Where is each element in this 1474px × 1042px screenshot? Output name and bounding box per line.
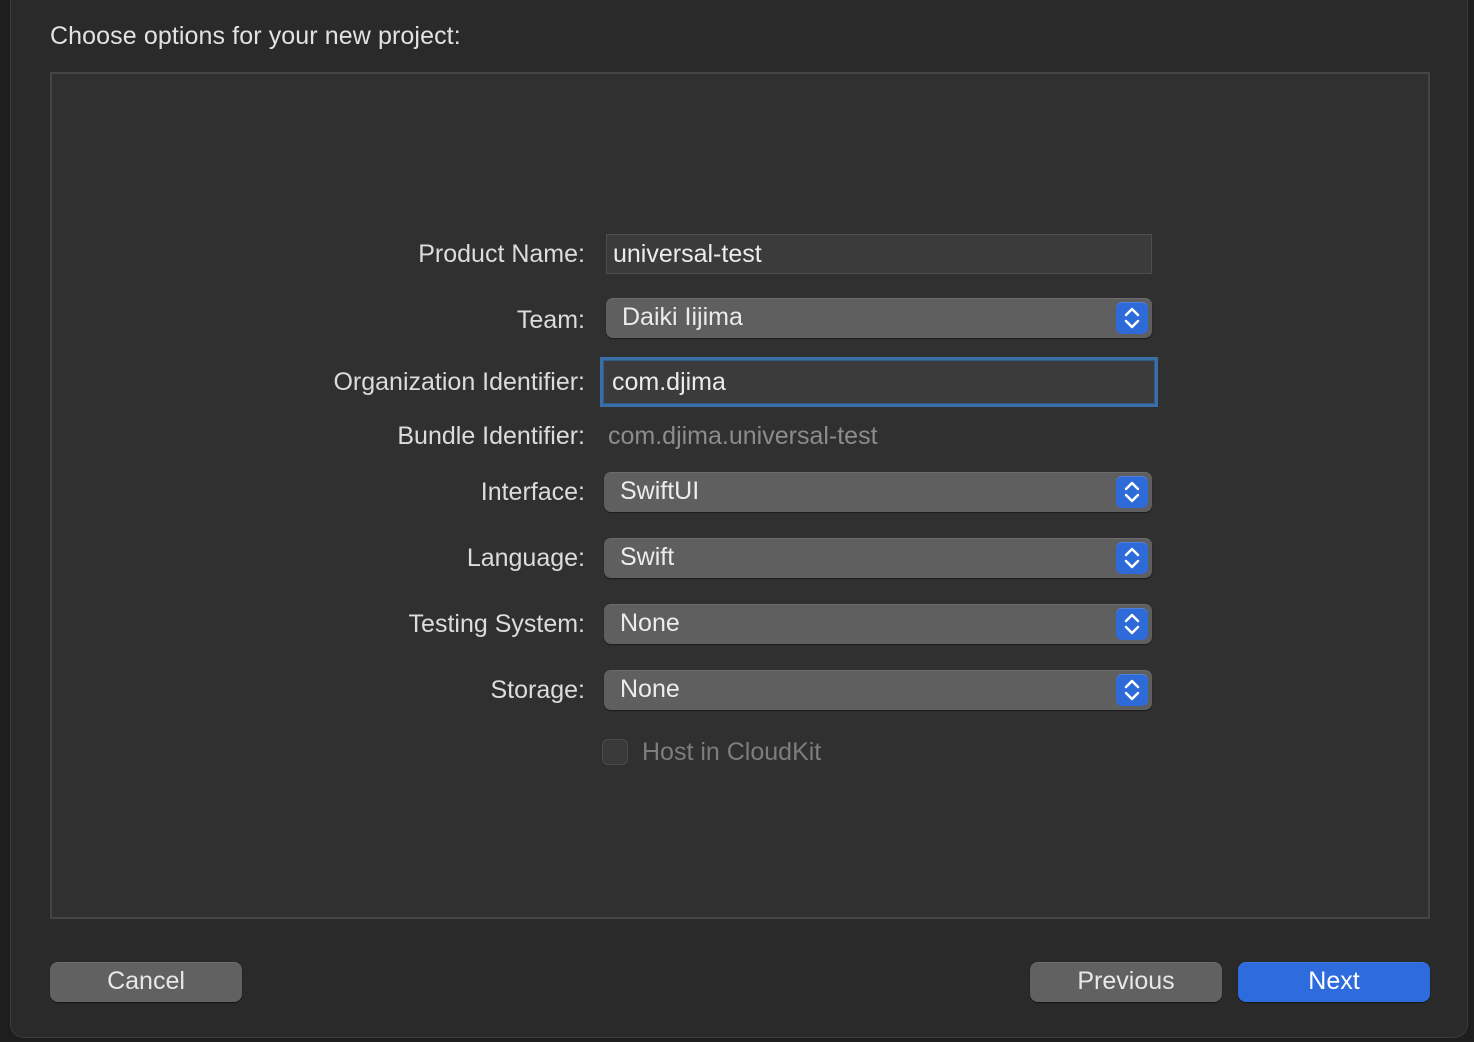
chevron-up-down-icon (1116, 542, 1148, 574)
organization-identifier-label: Organization Identifier: (333, 368, 585, 396)
team-popup-value: Daiki Iijima (622, 303, 743, 331)
chevron-up-down-icon (1116, 476, 1148, 508)
previous-button[interactable]: Previous (1030, 962, 1222, 1002)
team-popup[interactable]: Daiki Iijima (606, 298, 1152, 338)
team-label: Team: (516, 306, 585, 334)
product-name-label: Product Name: (418, 240, 585, 268)
language-label: Language: (466, 544, 585, 572)
interface-popup[interactable]: SwiftUI (604, 472, 1152, 512)
chevron-up-down-icon (1116, 674, 1148, 706)
interface-popup-value: SwiftUI (620, 477, 700, 505)
organization-identifier-field[interactable]: com.djima (600, 357, 1158, 407)
testing-system-label: Testing System: (408, 610, 585, 638)
language-popup[interactable]: Swift (604, 538, 1152, 578)
product-name-field[interactable]: universal-test (606, 234, 1152, 274)
host-in-cloudkit-checkbox (602, 739, 628, 765)
interface-label: Interface: (480, 478, 585, 506)
testing-system-popup[interactable]: None (604, 604, 1152, 644)
next-button[interactable]: Next (1238, 962, 1430, 1002)
language-popup-value: Swift (620, 543, 675, 571)
bundle-identifier-label: Bundle Identifier: (397, 422, 585, 450)
chevron-up-down-icon (1116, 302, 1148, 334)
cancel-button[interactable]: Cancel (50, 962, 242, 1002)
storage-label: Storage: (490, 676, 585, 704)
storage-popup[interactable]: None (604, 670, 1152, 710)
bundle-identifier-value: com.djima.universal-test (608, 422, 878, 450)
storage-popup-value: None (620, 675, 680, 703)
testing-system-popup-value: None (620, 609, 680, 637)
host-in-cloudkit-label: Host in CloudKit (642, 738, 822, 766)
chevron-up-down-icon (1116, 608, 1148, 640)
dialog-title: Choose options for your new project: (50, 22, 461, 50)
